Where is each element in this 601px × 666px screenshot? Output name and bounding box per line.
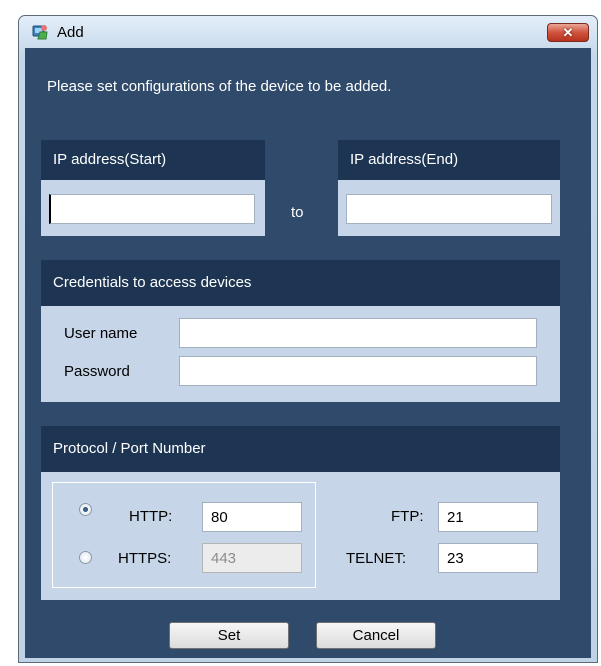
ip-start-panel bbox=[41, 180, 265, 236]
https-port-input[interactable] bbox=[202, 543, 302, 573]
http-radio[interactable] bbox=[79, 503, 92, 516]
window-title: Add bbox=[57, 24, 84, 41]
protocol-panel: HTTP: HTTPS: FTP: TELNET: bbox=[41, 472, 560, 600]
password-input[interactable] bbox=[179, 356, 537, 386]
to-label: to bbox=[291, 204, 304, 221]
set-button[interactable]: Set bbox=[169, 622, 289, 649]
close-icon: ✕ bbox=[562, 25, 574, 40]
telnet-port-input[interactable] bbox=[438, 543, 538, 573]
cancel-button[interactable]: Cancel bbox=[316, 622, 436, 649]
ftp-port-input[interactable] bbox=[438, 502, 538, 532]
ip-start-header: IP address(Start) bbox=[41, 140, 265, 180]
instructions-text: Please set configurations of the device … bbox=[47, 78, 392, 95]
telnet-label: TELNET: bbox=[346, 550, 407, 567]
http-port-input[interactable] bbox=[202, 502, 302, 532]
ip-start-input[interactable] bbox=[49, 194, 255, 224]
password-label: Password bbox=[64, 363, 130, 380]
credentials-panel: User name Password bbox=[41, 306, 560, 402]
add-dialog: Add ✕ Please set configurations of the d… bbox=[18, 15, 598, 663]
username-label: User name bbox=[64, 325, 138, 342]
http-label: HTTP: bbox=[129, 508, 173, 525]
close-button[interactable]: ✕ bbox=[547, 23, 589, 42]
https-radio[interactable] bbox=[79, 551, 92, 564]
ip-end-input[interactable] bbox=[346, 194, 552, 224]
app-icon bbox=[31, 23, 49, 41]
https-label: HTTPS: bbox=[118, 550, 172, 567]
credentials-header: Credentials to access devices bbox=[41, 260, 560, 306]
protocol-header: Protocol / Port Number bbox=[41, 426, 560, 472]
username-input[interactable] bbox=[179, 318, 537, 348]
ip-end-panel bbox=[338, 180, 560, 236]
dialog-body: Please set configurations of the device … bbox=[25, 48, 591, 658]
title-bar[interactable]: Add ✕ bbox=[19, 16, 597, 48]
ip-end-header: IP address(End) bbox=[338, 140, 560, 180]
ftp-label: FTP: bbox=[391, 508, 424, 525]
